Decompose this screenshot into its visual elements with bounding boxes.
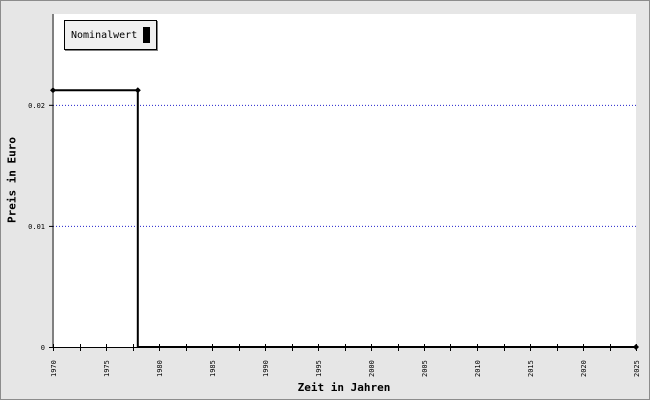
series-line	[53, 89, 636, 348]
x-tick-label: 1980	[156, 360, 164, 377]
data-point	[633, 344, 639, 350]
x-tick-label: 1995	[315, 360, 323, 377]
legend: Nominalwert	[64, 20, 158, 50]
x-tick-label: 1975	[103, 360, 111, 377]
x-tick-label: 1990	[262, 360, 270, 377]
x-axis-label: Zeit in Jahren	[297, 381, 391, 394]
x-tick-label: 2010	[474, 360, 482, 377]
x-tick-label: 2005	[421, 360, 429, 377]
x-tick-label: 2015	[527, 360, 535, 377]
x-tick-label: 2000	[368, 360, 376, 377]
x-tick-label: 1985	[209, 360, 217, 377]
data-point	[134, 87, 141, 94]
x-tick-label: 1970	[50, 360, 58, 377]
y-axis-label: Preis in Euro	[5, 136, 19, 224]
chart-canvas: 0 0.01 0.02 1970 1975 1980 1985 1990 1995 2000 200…	[28, 14, 641, 377]
legend-label: Nominalwert	[71, 29, 138, 41]
x-tick-label: 2025	[633, 360, 641, 377]
data-point	[50, 87, 56, 94]
y-tick-label: 0.01	[28, 223, 45, 231]
y-tick-label: 0.02	[28, 102, 45, 110]
y-tick-label: 0	[41, 344, 45, 352]
legend-swatch	[143, 27, 151, 43]
x-tick-label: 2020	[580, 360, 588, 377]
